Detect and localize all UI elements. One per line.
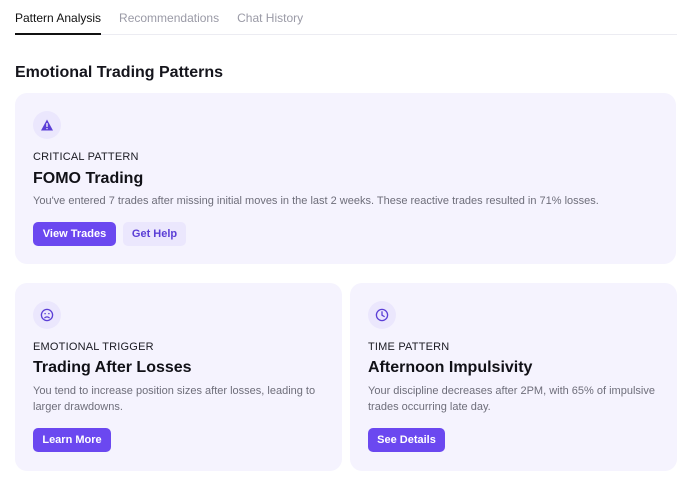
card-title: FOMO Trading [33,170,144,187]
card-eyebrow: TIME PATTERN [368,341,450,353]
see-details-button[interactable]: See Details [368,428,445,452]
card-description: You tend to increase position sizes afte… [33,385,316,413]
tab-chat-history[interactable]: Chat History [237,0,303,35]
card-eyebrow: CRITICAL PATTERN [33,151,139,163]
section-title: Emotional Trading Patterns [15,64,224,81]
pattern-card-fomo: CRITICAL PATTERN FOMO Trading You've ent… [15,93,676,264]
view-trades-button[interactable]: View Trades [33,222,116,246]
clock-icon [368,301,396,329]
card-description: You've entered 7 trades after missing in… [33,195,599,207]
get-help-button[interactable]: Get Help [123,222,186,246]
card-title: Afternoon Impulsivity [368,359,533,376]
tab-pattern-analysis[interactable]: Pattern Analysis [15,0,102,35]
card-title: Trading After Losses [33,359,192,376]
frown-icon [33,301,61,329]
pattern-card-afternoon: TIME PATTERN Afternoon Impulsivity Your … [350,283,677,471]
page: Pattern Analysis Recommendations Chat Hi… [0,0,692,480]
card-eyebrow: EMOTIONAL TRIGGER [33,341,154,353]
warning-icon [33,111,61,139]
pattern-card-losses: EMOTIONAL TRIGGER Trading After Losses Y… [15,283,342,471]
card-description: Your discipline decreases after 2PM, wit… [368,385,655,413]
tab-recommendations[interactable]: Recommendations [119,0,219,35]
learn-more-button[interactable]: Learn More [33,428,111,452]
tab-bar: Pattern Analysis Recommendations Chat Hi… [15,0,677,35]
